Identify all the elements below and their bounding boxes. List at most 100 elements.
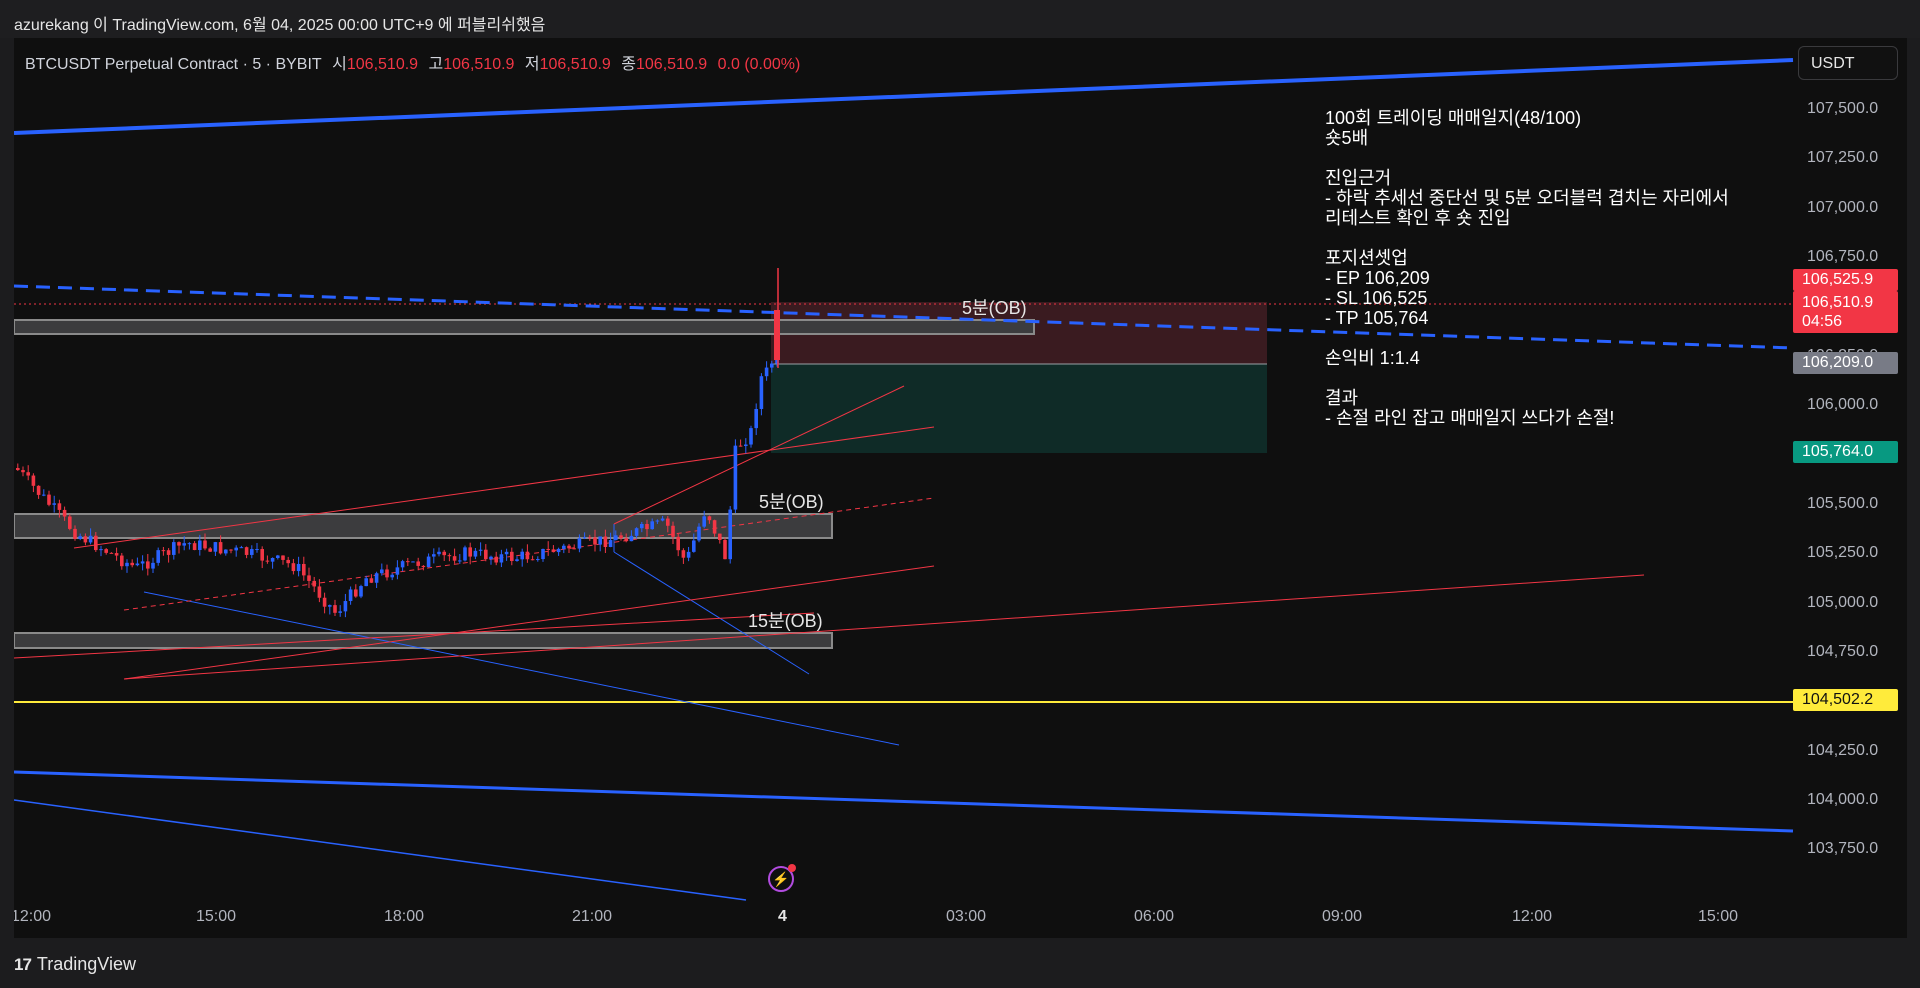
time-tick: 21:00 — [572, 908, 613, 925]
candle-body — [140, 561, 145, 564]
candle-body — [447, 555, 452, 557]
candle-body — [317, 586, 322, 598]
candle-body — [94, 535, 98, 551]
footer-brand: TradingView — [36, 954, 136, 974]
candle-body — [437, 551, 441, 555]
candle-body — [432, 554, 436, 557]
candle-body — [660, 518, 665, 521]
symbol-title[interactable]: BTCUSDT Perpetual Contract · 5 · BYBIT — [25, 56, 322, 73]
candle-body — [707, 516, 712, 521]
candle-body — [52, 503, 56, 505]
last-price-badge: 106,510.9 04:56 — [1793, 291, 1898, 333]
candle-body — [359, 586, 363, 597]
price-tick: 104,250.0 — [1807, 742, 1879, 759]
candle-body — [426, 556, 431, 568]
candle-body — [421, 565, 426, 568]
price-tick: 104,000.0 — [1807, 791, 1879, 808]
candle-body — [650, 521, 654, 530]
candle-body — [369, 578, 374, 583]
time-tick: 18:00 — [384, 908, 425, 925]
candle-body — [608, 540, 613, 548]
candle-body — [640, 523, 644, 529]
bar-countdown: 04:56 — [1802, 313, 1843, 330]
price-tick: 104,750.0 — [1807, 643, 1879, 660]
candle-body — [156, 550, 160, 563]
note-ep: - EP 106,209 — [1325, 268, 1430, 288]
last-price-value: 106,510.9 — [1802, 294, 1874, 311]
candle-body — [458, 560, 462, 562]
time-tick-day: 4 — [778, 908, 787, 925]
candle-body — [151, 562, 155, 569]
lightning-icon[interactable]: ⚡ — [768, 864, 796, 892]
candle-body — [125, 562, 129, 567]
candle-body — [166, 550, 171, 555]
symbol-info-bar: BTCUSDT Perpetual Contract · 5 · BYBIT 시… — [25, 50, 800, 74]
note-result-heading: 결과 — [1325, 388, 1359, 408]
candle-body — [307, 575, 311, 581]
candle-body — [624, 538, 628, 542]
ob-label-5m-lower: 5분(OB) — [759, 492, 824, 512]
candle-body — [754, 408, 758, 429]
time-tick: 09:00 — [1322, 908, 1363, 925]
tradingview-logo-icon: 17 — [14, 954, 32, 974]
candle-body — [473, 550, 478, 557]
close-value: 106,510.9 — [636, 56, 708, 73]
candle-body — [655, 520, 660, 522]
candle-body — [681, 550, 686, 558]
candle-body — [312, 580, 316, 587]
trendline-lower-thin — [14, 799, 747, 901]
candle-body — [26, 472, 30, 476]
candle-body — [598, 536, 602, 545]
candle-body — [556, 548, 561, 553]
candle-body — [530, 559, 535, 561]
candle-body — [135, 563, 140, 566]
candle-body — [510, 551, 514, 562]
time-tick: 15:00 — [196, 908, 237, 925]
candle-body — [239, 547, 244, 549]
candle-body — [255, 549, 259, 551]
candle-body — [182, 543, 186, 546]
note-title: 100회 트레이딩 매매일지(48/100) — [1325, 108, 1582, 128]
candle-body — [520, 551, 524, 560]
candle-body — [499, 554, 504, 563]
candle-body — [265, 560, 270, 562]
candle-body — [744, 444, 748, 447]
candle-body — [36, 485, 41, 495]
time-tick: 12:00 — [14, 908, 52, 925]
candle-body — [57, 503, 62, 510]
candle-body — [484, 549, 488, 560]
candle-body — [400, 561, 405, 568]
candle-body — [619, 535, 623, 539]
price-tick: 107,250.0 — [1807, 149, 1879, 166]
candle-body — [712, 520, 717, 534]
candle-body — [276, 555, 280, 558]
candle-body — [68, 516, 72, 529]
ob-label-5m-upper: 5분(OB) — [962, 298, 1027, 318]
candle-body — [42, 494, 46, 496]
currency-button[interactable]: USDT — [1798, 46, 1898, 80]
candle-body — [260, 549, 264, 561]
candle-body — [489, 556, 493, 560]
footer-branding: 17 TradingView — [14, 954, 136, 975]
candle-body — [588, 537, 592, 539]
candle-body — [234, 547, 238, 551]
candle-body — [759, 376, 764, 409]
trade-journal-note: 100회 트레이딩 매매일지(48/100) 숏5배 진입근거 - 하락 추세선… — [1325, 108, 1729, 428]
candle-body — [270, 557, 275, 562]
candle-body — [322, 597, 327, 607]
time-tick: 06:00 — [1134, 908, 1175, 925]
candle-body — [192, 543, 197, 551]
open-label: 시 — [332, 56, 347, 73]
price-tick: 107,000.0 — [1807, 199, 1879, 216]
price-tick: 103,750.0 — [1807, 840, 1879, 857]
candle-body — [291, 563, 296, 572]
candle-body — [593, 537, 597, 545]
price-tick: 106,750.0 — [1807, 248, 1879, 265]
candle-body — [692, 540, 696, 552]
candle-body — [333, 605, 337, 613]
price-tick: 105,250.0 — [1807, 544, 1879, 561]
candle-body — [463, 547, 467, 561]
candle-body — [733, 445, 738, 510]
chart-area[interactable]: BTCUSDT Perpetual Contract · 5 · BYBIT 시… — [14, 38, 1907, 938]
candle-body — [541, 548, 545, 560]
